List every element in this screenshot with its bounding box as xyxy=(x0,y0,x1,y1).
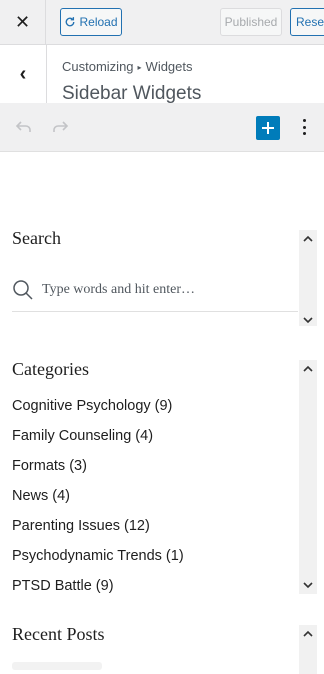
category-link[interactable]: Parenting Issues (12) xyxy=(12,516,184,546)
categories-widget-scrollbar[interactable] xyxy=(299,360,317,594)
scroll-down-icon[interactable] xyxy=(299,311,317,329)
category-link[interactable]: Psychodynamic Trends (1) xyxy=(12,546,184,576)
plus-icon xyxy=(262,122,274,134)
customizer-header: ✕ Reload Published Reset xyxy=(0,0,324,45)
recent-post-placeholder xyxy=(12,662,102,670)
category-link[interactable]: Family Counseling (4) xyxy=(12,426,184,456)
reload-label: Reload xyxy=(79,15,118,29)
category-link[interactable]: News (4) xyxy=(12,486,184,516)
category-link[interactable]: Cognitive Psychology (9) xyxy=(12,396,184,426)
category-link[interactable]: PTSD Battle (9) xyxy=(12,576,184,606)
more-vertical-icon xyxy=(302,119,306,122)
scroll-down-icon[interactable] xyxy=(299,576,317,594)
editor-toolbar xyxy=(0,103,324,152)
breadcrumb-parent: Customizing xyxy=(62,59,134,74)
close-icon: ✕ xyxy=(14,11,31,32)
recent-posts-widget-title: Recent Posts xyxy=(12,624,105,644)
breadcrumb-current: Widgets xyxy=(145,59,193,74)
section-title: Sidebar Widgets xyxy=(62,83,202,104)
search-icon xyxy=(13,280,33,300)
add-block-button[interactable] xyxy=(256,116,280,140)
categories-list: Cognitive Psychology (9) Family Counseli… xyxy=(12,396,184,606)
scroll-up-icon[interactable] xyxy=(299,359,317,377)
search-field xyxy=(12,275,298,312)
search-input[interactable] xyxy=(42,275,292,305)
category-link[interactable]: Formats (3) xyxy=(12,456,184,486)
reset-label: Reset xyxy=(296,15,324,29)
published-button[interactable]: Published xyxy=(220,8,282,36)
close-button[interactable]: ✕ xyxy=(0,0,46,44)
categories-widget-title: Categories xyxy=(12,359,89,379)
breadcrumb-separator-icon: ▸ xyxy=(137,63,142,72)
reset-button[interactable]: Reset xyxy=(290,8,324,36)
scroll-up-icon[interactable] xyxy=(299,229,317,247)
chevron-left-icon: ‹ xyxy=(19,62,27,85)
scroll-up-icon[interactable] xyxy=(299,624,317,642)
section-header: ‹ Customizing ▸ Widgets Sidebar Widgets xyxy=(0,45,324,104)
undo-icon[interactable] xyxy=(14,117,34,137)
published-label: Published xyxy=(224,15,278,29)
breadcrumb: Customizing ▸ Widgets xyxy=(62,59,193,74)
more-options-button[interactable] xyxy=(298,117,310,137)
back-button[interactable]: ‹ xyxy=(0,45,47,103)
search-widget-title: Search xyxy=(12,228,61,248)
reload-button[interactable]: Reload xyxy=(60,8,122,36)
redo-icon[interactable] xyxy=(50,117,70,137)
reload-icon xyxy=(66,17,75,27)
